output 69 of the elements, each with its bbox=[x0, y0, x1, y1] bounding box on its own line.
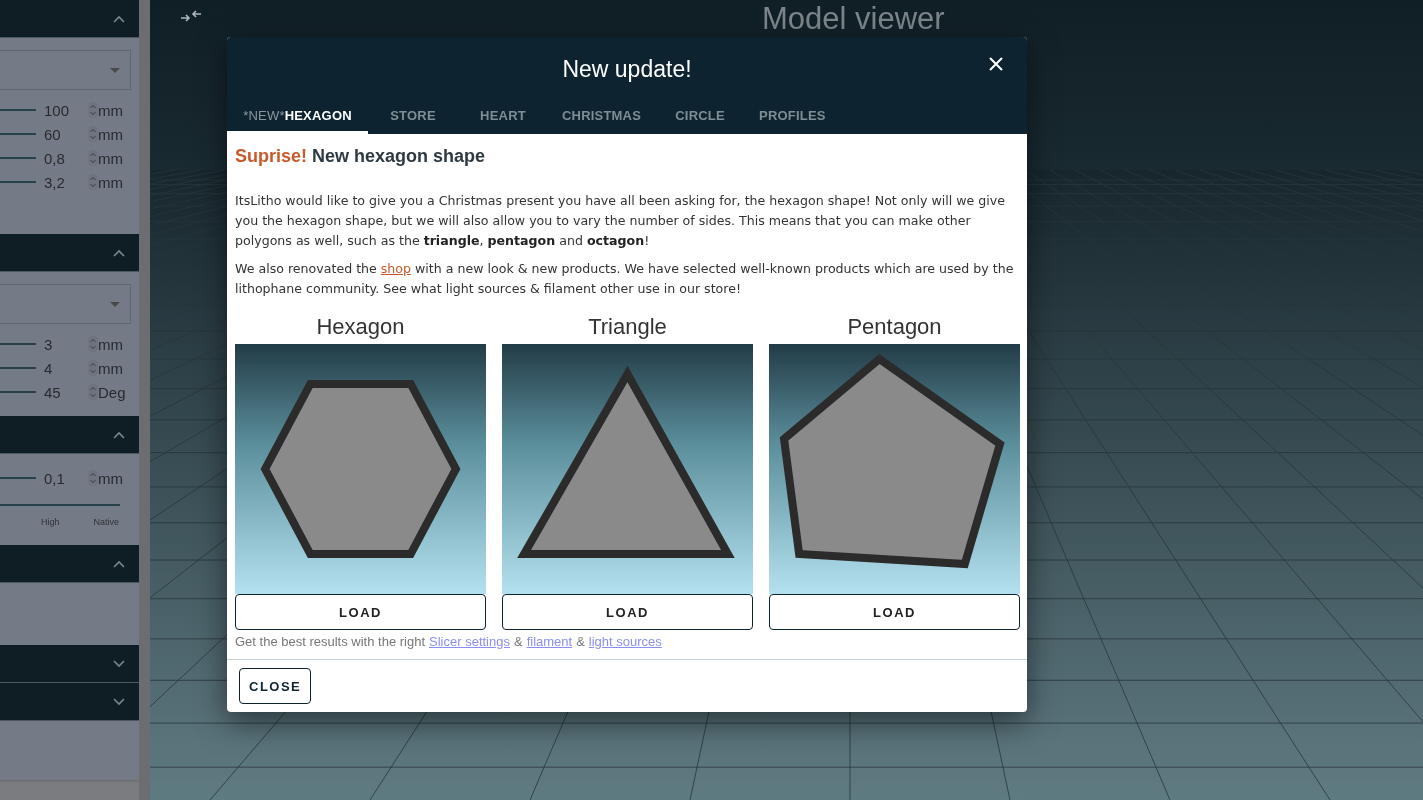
tab[interactable]: HEART bbox=[458, 99, 548, 134]
shape-title: Pentagon bbox=[846, 315, 943, 339]
chevron-up-icon[interactable] bbox=[113, 559, 125, 568]
resource-link[interactable]: Slicer settings bbox=[429, 634, 510, 649]
value-input[interactable]: 3,2 bbox=[36, 173, 88, 191]
unit-label: mm bbox=[98, 359, 123, 377]
section-header[interactable] bbox=[0, 234, 139, 272]
section-header[interactable] bbox=[0, 683, 139, 721]
unit-label: mm bbox=[98, 173, 123, 191]
spinner-icon[interactable] bbox=[88, 102, 98, 118]
ampersand-text: & bbox=[513, 634, 523, 649]
unit-label: mm bbox=[98, 101, 123, 119]
load-button[interactable]: LOAD bbox=[235, 594, 486, 630]
dropdown-arrow-icon bbox=[110, 67, 120, 73]
unit-label: mm bbox=[98, 335, 123, 353]
value-input[interactable]: 0,8 bbox=[36, 149, 88, 167]
tab[interactable]: CHRISTMAS bbox=[548, 99, 656, 134]
shop-link[interactable]: shop bbox=[380, 261, 412, 276]
value-input[interactable]: 100 bbox=[36, 101, 88, 119]
note-text: Get the best results with the right bbox=[235, 634, 426, 649]
dialog-title: New update! bbox=[562, 54, 692, 83]
viewer-title: Model viewer bbox=[762, 1, 945, 37]
spinner-icon[interactable] bbox=[88, 126, 98, 142]
close-icon[interactable] bbox=[987, 55, 1005, 73]
resource-link[interactable]: filament bbox=[526, 634, 573, 649]
tab[interactable]: STORE bbox=[368, 99, 458, 134]
ampersand-text: & bbox=[576, 634, 585, 649]
value-input[interactable]: 45 bbox=[36, 383, 88, 401]
tab[interactable]: PROFILES bbox=[745, 99, 840, 134]
unit-label: mm bbox=[98, 149, 123, 167]
section-heading: Suprise! New hexagon shape bbox=[235, 146, 487, 167]
shape-title: Triangle bbox=[587, 315, 668, 339]
dropdown-arrow-icon bbox=[110, 301, 120, 307]
section-header[interactable] bbox=[0, 416, 139, 454]
scale-label: Native bbox=[93, 517, 119, 527]
compress-arrows-icon[interactable] bbox=[180, 9, 202, 23]
paragraph: We also renovated the shop with a new look & new products. We have selected well-known products which are used by the lithophane community. See what light sources & filament other use in our store! bbox=[235, 260, 1015, 298]
paragraph: ItsLitho would like to give you a Christmas present you have all been asking for, the hexagon shape! Not only will we give you the hexagon shape, but we will also allow you to vary the number of sides. This means that you can make other polygons as well, such as the triangle, pentagon and octagon! bbox=[235, 192, 1006, 250]
load-button[interactable]: LOAD bbox=[502, 594, 753, 630]
value-input[interactable]: 0,1 bbox=[36, 469, 88, 487]
value-input[interactable]: 3 bbox=[36, 335, 88, 353]
section-header[interactable] bbox=[0, 545, 139, 583]
tab[interactable]: CIRCLE bbox=[655, 99, 746, 134]
select-field[interactable] bbox=[0, 284, 131, 324]
unit-label: mm bbox=[98, 469, 123, 487]
chevron-down-icon[interactable] bbox=[113, 697, 125, 706]
close-button[interactable]: CLOSE bbox=[239, 668, 312, 704]
chevron-up-icon[interactable] bbox=[113, 248, 125, 257]
chevron-down-icon[interactable] bbox=[113, 659, 125, 668]
spinner-icon[interactable] bbox=[88, 384, 98, 400]
resource-link[interactable]: light sources bbox=[588, 634, 662, 649]
spinner-icon[interactable] bbox=[88, 360, 98, 376]
spinner-icon[interactable] bbox=[88, 150, 98, 166]
shape-title: Hexagon bbox=[315, 315, 406, 339]
unit-label: mm bbox=[98, 125, 123, 143]
value-input[interactable]: 4 bbox=[36, 359, 88, 377]
tab[interactable]: *NEW*HEXAGON bbox=[227, 99, 368, 134]
spinner-icon[interactable] bbox=[88, 470, 98, 486]
scale-label: High bbox=[40, 517, 60, 527]
chevron-up-icon[interactable] bbox=[113, 14, 125, 23]
section-header[interactable] bbox=[0, 645, 139, 683]
spinner-icon[interactable] bbox=[88, 336, 98, 352]
load-button[interactable]: LOAD bbox=[769, 594, 1020, 630]
chevron-up-icon[interactable] bbox=[113, 430, 125, 439]
spinner-icon[interactable] bbox=[88, 174, 98, 190]
value-input[interactable]: 60 bbox=[36, 125, 88, 143]
select-field[interactable] bbox=[0, 50, 131, 90]
unit-label: Deg bbox=[98, 383, 126, 401]
section-header[interactable] bbox=[0, 0, 139, 38]
